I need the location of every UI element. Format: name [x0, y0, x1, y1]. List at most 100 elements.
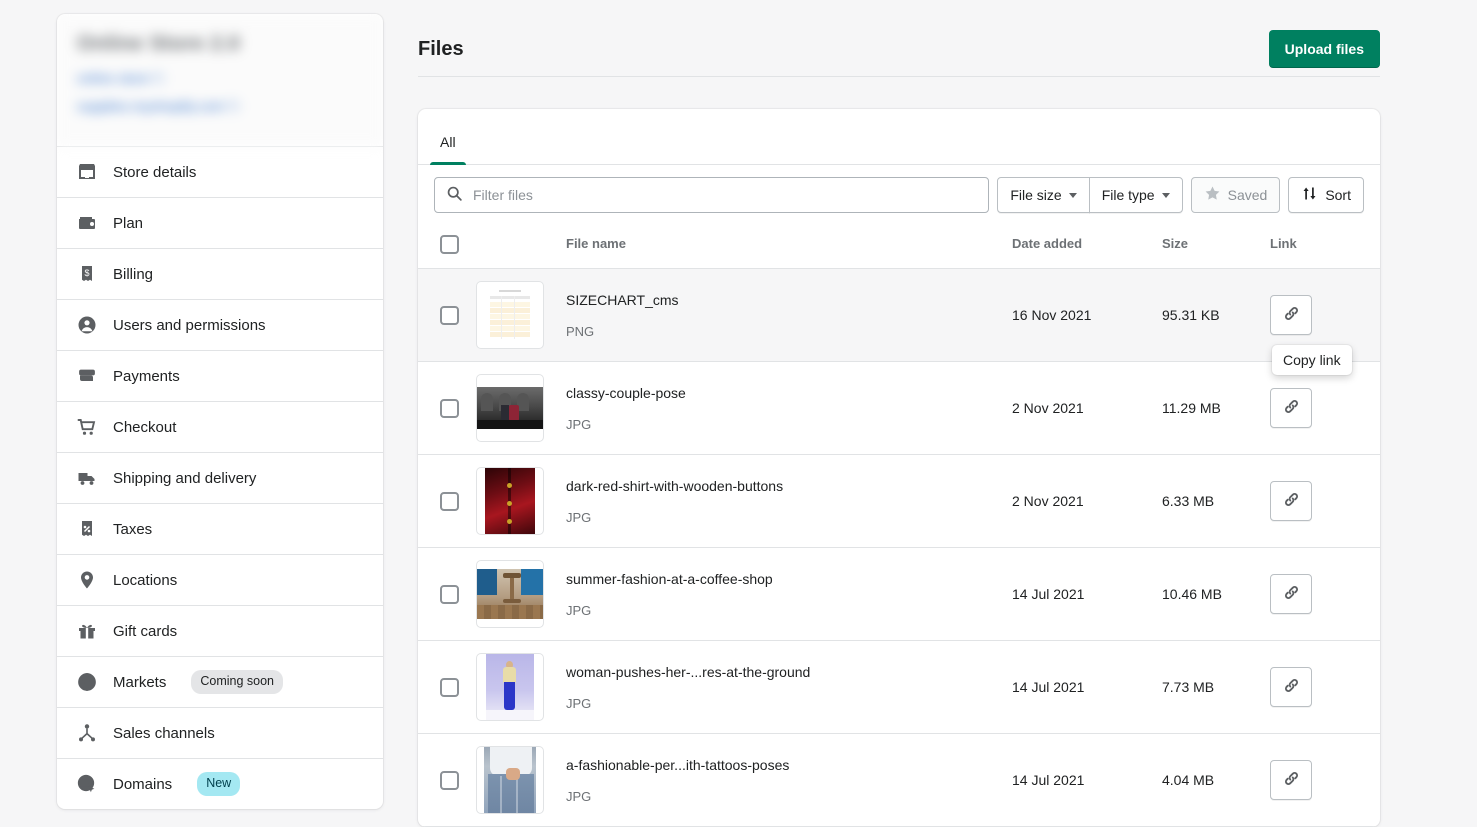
file-name: dark-red-shirt-with-wooden-buttons — [566, 478, 784, 495]
row-select-cell — [418, 734, 476, 827]
copy-link-button[interactable] — [1270, 760, 1312, 800]
globe-cursor-icon — [77, 774, 97, 794]
sidebar-item-shipping-and-delivery[interactable]: Shipping and delivery — [57, 452, 383, 503]
sidebar-item-payments[interactable]: Payments — [57, 350, 383, 401]
file-type: JPG — [566, 788, 592, 804]
row-checkbox[interactable] — [440, 305, 459, 325]
file-thumbnail[interactable] — [476, 374, 544, 442]
header-divider — [418, 76, 1380, 77]
row-checkbox[interactable] — [440, 770, 459, 790]
size-header: Size — [1162, 225, 1270, 269]
copy-link-button[interactable] — [1270, 388, 1312, 428]
file-date: 14 Jul 2021 — [1012, 586, 1085, 602]
external-link-icon: ⎋ — [153, 70, 165, 86]
file-name: classy-couple-pose — [566, 385, 686, 402]
file-thumbnail[interactable] — [476, 560, 544, 628]
sort-label: Sort — [1325, 187, 1351, 203]
file-date: 2 Nov 2021 — [1012, 493, 1084, 509]
file-name: summer-fashion-at-a-coffee-shop — [566, 571, 773, 588]
sidebar-item-label: Locations — [113, 571, 178, 589]
file-name: SIZECHART_cms — [566, 292, 679, 309]
table-row[interactable]: woman-pushes-her-...res-at-the-ground JPG… — [418, 641, 1380, 734]
globe-icon — [77, 672, 97, 692]
file-thumbnail-cell — [476, 641, 566, 734]
row-select-cell — [418, 362, 476, 455]
sort-arrows-icon — [1301, 185, 1318, 205]
row-checkbox[interactable] — [440, 677, 459, 697]
file-name-cell: a-fashionable-per...ith-tattoos-poses JPG — [566, 734, 1012, 827]
row-checkbox[interactable] — [440, 584, 459, 604]
file-size-cell: 10.46 MB — [1162, 548, 1270, 641]
sidebar-item-markets[interactable]: Markets Coming soon — [57, 656, 383, 707]
file-name-cell: SIZECHART_cms PNG — [566, 269, 1012, 362]
search-icon — [446, 185, 463, 205]
tab-all[interactable]: All — [430, 134, 466, 165]
files-table: File name Date added Size Link SIZECHART… — [418, 225, 1380, 827]
select-all-header — [418, 225, 476, 269]
file-thumbnail[interactable] — [476, 746, 544, 814]
file-type-filter-button[interactable]: File type — [1088, 177, 1183, 213]
file-size-filter-button[interactable]: File size — [997, 177, 1090, 213]
sidebar-item-domains[interactable]: Domains New — [57, 758, 383, 809]
sidebar-item-users-and-permissions[interactable]: Users and permissions — [57, 299, 383, 350]
sidebar-item-locations[interactable]: Locations — [57, 554, 383, 605]
file-name-cell: summer-fashion-at-a-coffee-shop JPG — [566, 548, 1012, 641]
file-type: JPG — [566, 416, 592, 432]
select-all-checkbox[interactable] — [440, 235, 459, 254]
table-row[interactable]: classy-couple-pose JPG 2 Nov 2021 11.29 MB — [418, 362, 1380, 455]
copy-link-button[interactable] — [1270, 574, 1312, 614]
files-table-body: SIZECHART_cms PNG 16 Nov 2021 95.31 KB class… — [418, 268, 1380, 827]
table-row[interactable]: SIZECHART_cms PNG 16 Nov 2021 95.31 KB — [418, 268, 1380, 362]
file-thumbnail-cell — [476, 455, 566, 548]
table-row[interactable]: summer-fashion-at-a-coffee-shop JPG 14 Jul… — [418, 548, 1380, 641]
sidebar-item-label: Payments — [113, 367, 180, 385]
sidebar-item-label: Taxes — [113, 520, 153, 538]
row-checkbox[interactable] — [440, 398, 459, 418]
delivery-truck-icon — [77, 468, 97, 488]
channels-icon — [77, 723, 97, 743]
copy-link-tooltip: Copy link — [1272, 345, 1352, 375]
sidebar-item-sales-channels[interactable]: Sales channels — [57, 707, 383, 758]
saved-filters-button[interactable]: Saved — [1190, 177, 1281, 213]
sidebar-item-checkout[interactable]: Checkout — [57, 401, 383, 452]
copy-link-button[interactable] — [1270, 667, 1312, 707]
file-size: 4.04 MB — [1162, 772, 1215, 788]
sidebar-item-label: Checkout — [113, 418, 177, 436]
upload-files-button[interactable]: Upload files — [1268, 30, 1380, 68]
file-date-cell: 16 Nov 2021 — [1012, 269, 1162, 362]
file-thumbnail[interactable] — [476, 467, 544, 535]
file-type: JPG — [566, 509, 592, 525]
file-size: 7.73 MB — [1162, 679, 1215, 695]
file-name-cell: dark-red-shirt-with-wooden-buttons JPG — [566, 455, 1012, 548]
file-date-cell: 2 Nov 2021 — [1012, 362, 1162, 455]
file-thumbnail[interactable] — [476, 653, 544, 721]
sidebar-item-taxes[interactable]: Taxes — [57, 503, 383, 554]
sidebar-item-gift-cards[interactable]: Gift cards — [57, 605, 383, 656]
search-input[interactable] — [473, 187, 978, 203]
file-link-cell — [1270, 455, 1380, 548]
page-header: Files Upload files — [418, 0, 1477, 76]
file-size-cell: 4.04 MB — [1162, 734, 1270, 827]
copy-link-button[interactable] — [1270, 481, 1312, 521]
sort-button[interactable]: Sort — [1288, 177, 1364, 213]
link-header: Link — [1270, 225, 1380, 269]
file-thumbnail[interactable] — [476, 281, 544, 349]
settings-sidebar: Online Store 2.0 online store ⎋ supplies.… — [57, 14, 383, 809]
table-row[interactable]: a-fashionable-per...ith-tattoos-poses JPG… — [418, 734, 1380, 827]
map-pin-icon — [77, 570, 97, 590]
file-date: 16 Nov 2021 — [1012, 307, 1092, 323]
copy-link-button[interactable] — [1270, 295, 1312, 335]
link-chain-icon — [1282, 583, 1301, 605]
search-box[interactable] — [434, 177, 990, 213]
file-thumbnail-cell — [476, 269, 566, 362]
table-row[interactable]: dark-red-shirt-with-wooden-buttons JPG 2 N… — [418, 455, 1380, 548]
file-type: PNG — [566, 323, 595, 339]
sidebar-item-plan[interactable]: Plan — [57, 197, 383, 248]
filter-toolbar: File size File type Saved — [418, 165, 1380, 225]
file-link-cell — [1270, 548, 1380, 641]
sidebar-item-billing[interactable]: $ Billing — [57, 248, 383, 299]
sidebar-item-store-details[interactable]: Store details — [57, 146, 383, 197]
file-date-cell: 14 Jul 2021 — [1012, 734, 1162, 827]
row-checkbox[interactable] — [440, 491, 459, 511]
file-date-cell: 2 Nov 2021 — [1012, 455, 1162, 548]
